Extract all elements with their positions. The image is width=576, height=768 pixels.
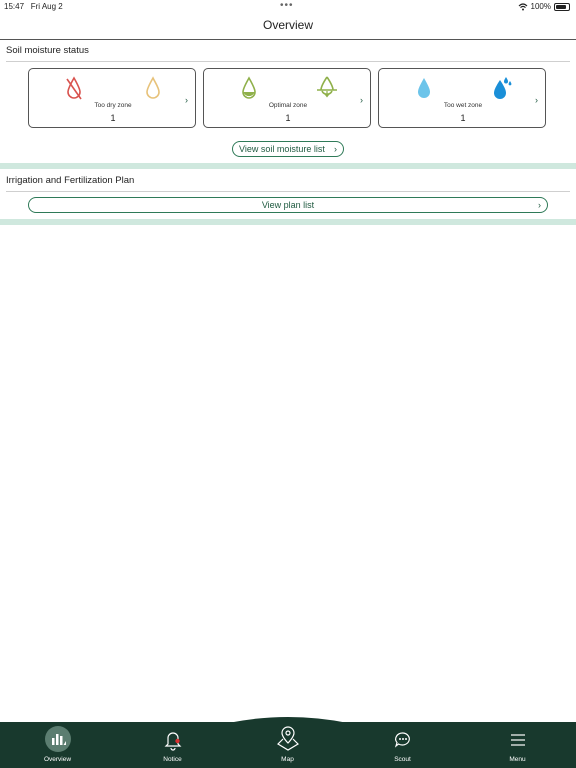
plan-divider: [6, 191, 570, 192]
section-separator: [0, 219, 576, 225]
chat-icon: [394, 732, 410, 748]
too-dry-zone-card[interactable]: Too dry zone 1 ›: [28, 68, 196, 128]
chevron-right-icon: ›: [334, 144, 337, 154]
too-wet-zone-count: 1: [460, 113, 466, 123]
tab-map-label: Map: [281, 756, 294, 763]
chevron-right-icon: ›: [185, 95, 188, 105]
status-time: 15:47 Fri Aug 2: [4, 2, 63, 11]
overflow-drop-icon: [494, 77, 512, 99]
tab-scout[interactable]: Scout: [345, 722, 460, 768]
view-soil-moisture-list-button[interactable]: View soil moisture list ›: [232, 141, 344, 157]
optimal-drop-icon: [242, 76, 256, 99]
section-separator: [0, 163, 576, 169]
map-pin-icon: [277, 726, 299, 751]
tab-notice-label: Notice: [163, 756, 182, 763]
overview-icon: [45, 726, 71, 752]
irrigation-plan-title: Irrigation and Fertilization Plan: [6, 175, 135, 186]
chevron-right-icon: ›: [360, 95, 363, 105]
wifi-icon: [518, 2, 527, 10]
status-bar: 15:47 Fri Aug 2 ••• 100%: [0, 0, 576, 12]
page-title: Overview: [262, 18, 313, 32]
view-plan-list-button[interactable]: View plan list ›: [28, 197, 548, 213]
too-wet-zone-label: Too wet zone: [443, 102, 483, 109]
tab-overview-label: Overview: [43, 756, 72, 763]
dry-drop-icon: [146, 76, 160, 99]
view-plan-list-label: View plan list: [261, 200, 315, 210]
tab-menu[interactable]: Menu: [460, 722, 575, 768]
tab-notice[interactable]: Notice: [115, 722, 230, 768]
no-water-icon: [66, 76, 82, 100]
too-wet-zone-card[interactable]: Too wet zone 1 ›: [378, 68, 546, 128]
title-bar: Overview: [0, 12, 576, 40]
optimal-zone-card[interactable]: Optimal zone 1 ›: [203, 68, 371, 128]
optimal-zone-label: Optimal zone: [268, 102, 308, 109]
optimal-level-drop-icon: [317, 76, 337, 98]
chevron-right-icon: ›: [535, 95, 538, 105]
soil-divider: [6, 61, 570, 62]
tab-map[interactable]: Map: [230, 722, 345, 768]
bell-icon: [164, 732, 182, 751]
battery-icon: [554, 2, 570, 11]
menu-icon: [511, 734, 525, 746]
tab-scout-label: Scout: [394, 756, 411, 763]
view-soil-moisture-list-label: View soil moisture list: [239, 144, 325, 154]
tab-overview[interactable]: Overview: [0, 722, 115, 768]
battery-percent: 100%: [530, 2, 551, 11]
tab-bar: Overview Notice Map Scout Menu: [0, 722, 576, 768]
multitask-dots[interactable]: •••: [280, 0, 294, 11]
too-dry-zone-label: Too dry zone: [94, 102, 132, 109]
tab-menu-label: Menu: [509, 756, 526, 763]
optimal-zone-count: 1: [285, 113, 291, 123]
soil-moisture-title: Soil moisture status: [6, 45, 89, 56]
too-dry-zone-count: 1: [110, 113, 116, 123]
wet-drop-icon: [418, 78, 430, 98]
chevron-right-icon: ›: [538, 200, 541, 210]
status-right: 100%: [518, 2, 570, 11]
